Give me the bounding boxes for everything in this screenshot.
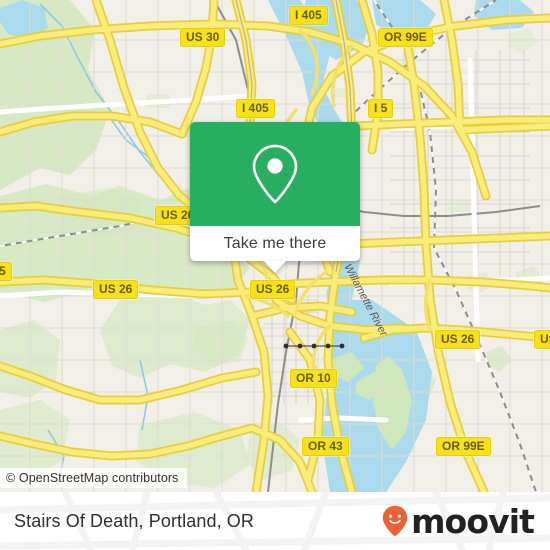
road-shield: OR 43 <box>302 437 349 456</box>
take-me-there-button[interactable]: Take me there <box>190 226 360 261</box>
road-shield: I 5 <box>368 99 394 118</box>
road-shield: 5 <box>0 262 12 281</box>
road-shield: OR 99E <box>436 437 491 456</box>
road-shield: OR 10 <box>290 369 337 388</box>
footer-bar: Stairs Of Death, Portland, OR moovit <box>0 492 550 550</box>
moovit-wordmark: moovit <box>411 501 535 541</box>
popup-tail <box>264 261 286 273</box>
road-shield: US 26 <box>250 280 296 299</box>
popup-pin-area <box>190 122 360 226</box>
moovit-pin-smiley-icon <box>382 505 408 537</box>
road-shield: US 26 <box>93 280 139 299</box>
map-pin-icon <box>252 144 298 204</box>
road-shield: OR 99E <box>378 28 433 47</box>
road-shield: US <box>534 330 550 349</box>
road-shield: US 30 <box>180 28 226 47</box>
osm-attribution[interactable]: © OpenStreetMap contributors <box>0 468 187 488</box>
page-title: Stairs Of Death, Portland, OR <box>14 510 254 531</box>
moovit-map-page: US 30 OR 99E I 405 I 405 I 5 US 26 US 26 US 26 U… <box>0 0 550 550</box>
moovit-brand-logo[interactable]: moovit <box>382 492 535 550</box>
location-popup-card[interactable]: Take me there <box>190 122 360 273</box>
road-shield: I 405 <box>236 99 275 118</box>
road-shield: US 26 <box>435 330 481 349</box>
road-shield: I 405 <box>289 6 328 25</box>
